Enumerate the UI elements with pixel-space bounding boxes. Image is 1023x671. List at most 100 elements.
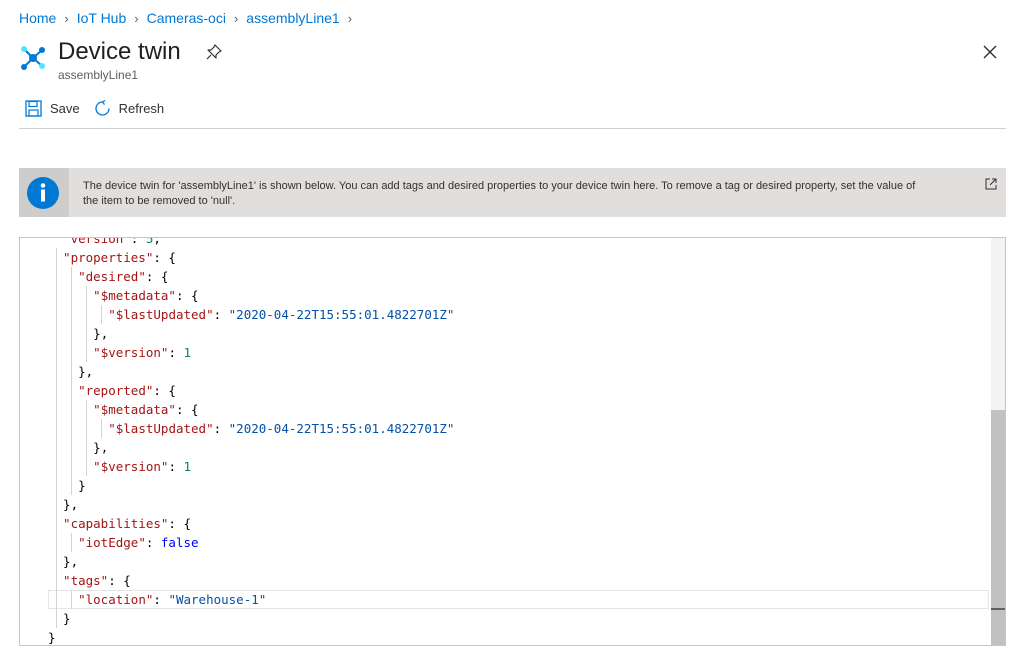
code-token: "capabilities" xyxy=(63,516,169,531)
breadcrumb: Home › IoT Hub › Cameras-oci › assemblyL… xyxy=(19,10,360,26)
code-token: , xyxy=(153,237,161,246)
code-line[interactable]: } xyxy=(48,628,56,645)
save-label: Save xyxy=(50,101,80,116)
code-line[interactable]: "location": "Warehouse-1" xyxy=(78,590,266,609)
code-line[interactable]: "$metadata": { xyxy=(93,400,198,419)
editor-scrollbar-thumb[interactable] xyxy=(991,410,1005,645)
code-token: : { xyxy=(108,573,131,588)
indent-guide xyxy=(70,590,72,609)
chevron-right-icon: › xyxy=(347,10,353,26)
code-line[interactable]: "$metadata": { xyxy=(93,286,198,305)
info-banner: The device twin for 'assemblyLine1' is s… xyxy=(19,168,1006,217)
editor-scrollbar-marker xyxy=(991,608,1005,610)
page-subtitle: assemblyLine1 xyxy=(58,68,139,82)
code-token: }, xyxy=(78,364,94,379)
code-line[interactable]: "properties": { xyxy=(63,248,176,267)
code-line[interactable]: }, xyxy=(93,438,108,457)
pin-icon[interactable] xyxy=(206,44,222,60)
json-editor[interactable]: "version": 5, "properties": {"desired": {… xyxy=(19,237,1006,646)
page-title: Device twin xyxy=(58,38,181,65)
code-token: "desired" xyxy=(78,269,146,284)
code-token: : { xyxy=(153,250,176,265)
code-token: }, xyxy=(93,326,109,341)
device-twin-icon xyxy=(21,46,45,70)
code-line[interactable]: "desired": { xyxy=(78,267,168,286)
code-token: : xyxy=(168,345,184,360)
code-line[interactable]: "$lastUpdated": "2020-04-22T15:55:01.482… xyxy=(108,305,454,324)
refresh-label: Refresh xyxy=(118,101,165,116)
indent-guide xyxy=(55,248,57,628)
code-line[interactable]: "tags": { xyxy=(63,571,131,590)
breadcrumb-home[interactable]: Home xyxy=(19,10,56,26)
code-token: "$version" xyxy=(93,345,169,360)
info-message-line1: The device twin for 'assemblyLine1' is s… xyxy=(83,180,916,192)
code-token: 1 xyxy=(183,345,192,360)
breadcrumb-assemblyline1[interactable]: assemblyLine1 xyxy=(246,10,339,26)
toolbar-divider xyxy=(19,128,1006,129)
indent-guide xyxy=(70,533,72,552)
command-bar: Save Refresh xyxy=(25,100,178,117)
code-token: }, xyxy=(93,440,109,455)
code-line[interactable]: }, xyxy=(78,362,93,381)
code-line[interactable]: }, xyxy=(93,324,108,343)
code-token: "2020-04-22T15:55:01.4822701Z" xyxy=(228,307,455,322)
info-message: The device twin for 'assemblyLine1' is s… xyxy=(83,179,978,209)
info-message-line2: the item to be removed to 'null'. xyxy=(83,195,236,207)
code-token: : { xyxy=(175,402,199,417)
code-token: } xyxy=(78,478,86,493)
indent-guide xyxy=(85,286,87,362)
breadcrumb-cameras-oci[interactable]: Cameras-oci xyxy=(147,10,226,26)
code-token: "$metadata" xyxy=(93,402,176,417)
code-token: : { xyxy=(168,516,191,531)
code-line[interactable]: } xyxy=(63,609,71,628)
info-icon xyxy=(27,177,59,209)
code-token: }, xyxy=(63,497,79,512)
chevron-right-icon: › xyxy=(233,10,239,26)
code-token: "$lastUpdated" xyxy=(108,307,214,322)
code-token: }, xyxy=(63,554,79,569)
code-line[interactable]: "$version": 1 xyxy=(93,457,191,476)
code-line[interactable]: }, xyxy=(63,552,78,571)
code-token: : { xyxy=(175,288,199,303)
code-token: : xyxy=(130,237,146,246)
refresh-icon xyxy=(94,100,110,116)
code-line[interactable]: } xyxy=(78,476,86,495)
chevron-right-icon: › xyxy=(134,10,139,26)
code-token: "$metadata" xyxy=(93,288,176,303)
code-token: "$version" xyxy=(93,459,169,474)
code-line[interactable]: "capabilities": { xyxy=(63,514,191,533)
chevron-right-icon: › xyxy=(64,10,69,26)
close-icon[interactable] xyxy=(982,44,998,60)
editor-scrollbar[interactable] xyxy=(991,238,1005,645)
code-token: "iotEdge" xyxy=(78,535,146,550)
code-token: : xyxy=(168,459,184,474)
indent-guide xyxy=(85,400,87,476)
page-header: Device twin assemblyLine1 xyxy=(19,38,181,82)
code-token: "Warehouse-1" xyxy=(168,592,267,607)
code-token: : { xyxy=(145,269,169,284)
code-token: "location" xyxy=(78,592,154,607)
code-line[interactable]: }, xyxy=(63,495,78,514)
code-token: : { xyxy=(153,383,176,398)
code-token: : xyxy=(145,535,161,550)
code-line[interactable]: "$version": 1 xyxy=(93,343,191,362)
code-token: : xyxy=(213,421,229,436)
code-line[interactable]: "$lastUpdated": "2020-04-22T15:55:01.482… xyxy=(108,419,454,438)
code-line[interactable]: "reported": { xyxy=(78,381,176,400)
save-icon xyxy=(25,100,42,117)
indent-guide xyxy=(70,267,72,495)
external-link-icon[interactable] xyxy=(985,178,997,190)
code-token: "reported" xyxy=(78,383,154,398)
code-token: "2020-04-22T15:55:01.4822701Z" xyxy=(228,421,455,436)
code-token: "properties" xyxy=(63,250,154,265)
info-banner-icon-area xyxy=(19,168,69,217)
breadcrumb-iot-hub[interactable]: IoT Hub xyxy=(77,10,127,26)
code-token: false xyxy=(160,535,199,550)
code-token: "$lastUpdated" xyxy=(108,421,214,436)
code-token: : xyxy=(213,307,229,322)
save-button[interactable]: Save xyxy=(25,100,80,117)
code-token: : xyxy=(153,592,169,607)
code-line[interactable]: "iotEdge": false xyxy=(78,533,198,552)
code-line[interactable]: "version": 5, xyxy=(63,237,161,248)
refresh-button[interactable]: Refresh xyxy=(94,100,165,117)
